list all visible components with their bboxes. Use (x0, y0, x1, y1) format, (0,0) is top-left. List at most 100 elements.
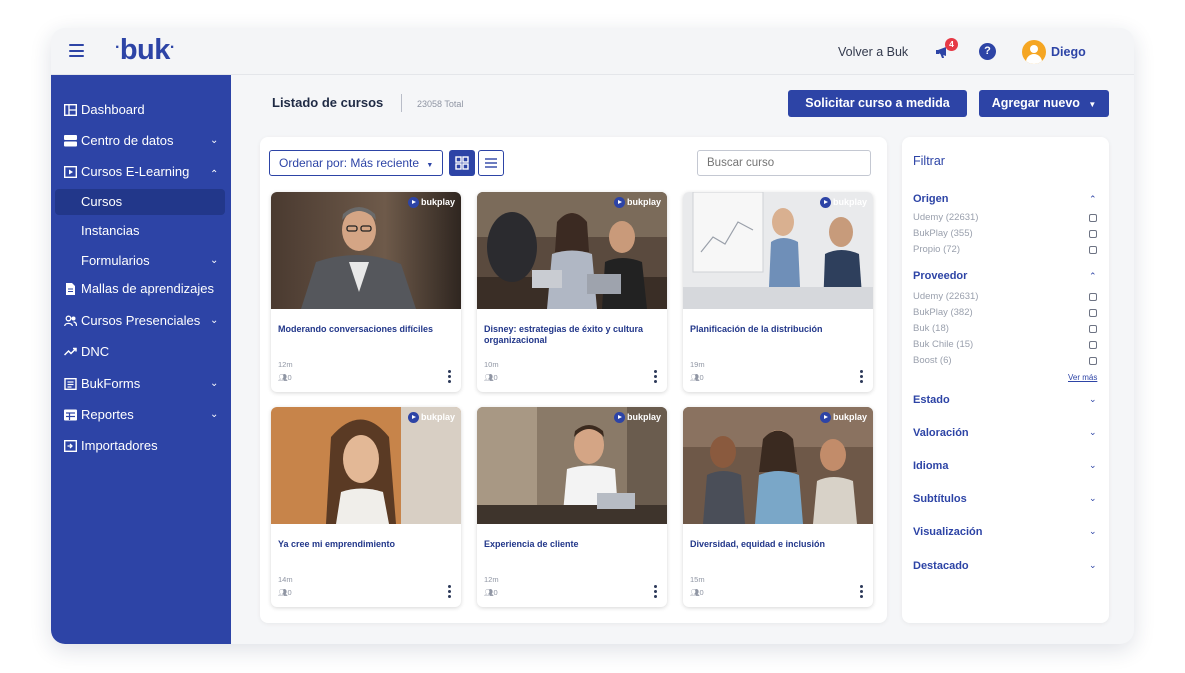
sidebar-item-instancias[interactable]: Instancias (51, 219, 231, 243)
chevron-down-icon: ⌄ (210, 255, 219, 266)
chevron-up-icon[interactable]: ⌃ (1089, 194, 1097, 205)
chevron-down-icon: ⌄ (210, 315, 219, 326)
course-title: Experiencia de cliente (484, 539, 579, 549)
filter-idioma-header[interactable]: Idioma (913, 460, 948, 472)
chevron-up-icon[interactable]: ⌃ (1089, 271, 1097, 282)
course-card[interactable]: bukplay Diversidad, equidad e inclusión … (683, 407, 873, 607)
users-icon: 👥︎ (278, 588, 288, 597)
sidebar-item-importadores[interactable]: Importadores (51, 434, 231, 458)
chevron-down-icon[interactable]: ⌄ (1089, 560, 1097, 571)
filter-checkbox[interactable] (1089, 325, 1097, 333)
course-card[interactable]: bukplay Ya cree mi emprendimiento 14m 👥︎… (271, 407, 461, 607)
notification-badge: 4 (945, 38, 958, 51)
sidebar-item-label: Dashboard (81, 102, 145, 117)
more-options-icon[interactable] (448, 370, 452, 384)
sidebar-item-cursos-presenciales[interactable]: Cursos Presenciales ⌄ (51, 309, 231, 333)
course-card[interactable]: bukplay Experiencia de cliente 12m 👥︎0 (477, 407, 667, 607)
sidebar-item-centro-de-datos[interactable]: Centro de datos ⌄ (51, 129, 231, 153)
sidebar-item-label: BukForms (81, 376, 141, 391)
sidebar-item-label: Importadores (81, 438, 158, 453)
app-window: ·buk· Volver a Buk 4 ? Diego Dashboard C… (51, 28, 1134, 644)
sidebar-item-dnc[interactable]: DNC (51, 340, 231, 364)
course-card[interactable]: bukplay Moderando conversaciones difícil… (271, 192, 461, 392)
sidebar-item-formularios[interactable]: Formularios ⌄ (51, 249, 231, 273)
avatar[interactable] (1022, 40, 1046, 64)
chevron-down-icon[interactable]: ⌄ (1089, 460, 1097, 471)
course-card[interactable]: bukplay Disney: estrategias de éxito y c… (477, 192, 667, 392)
course-thumbnail (477, 407, 667, 524)
sidebar-item-cursos-e-learning[interactable]: Cursos E-Learning ⌃ (51, 160, 231, 184)
top-bar: ·buk· Volver a Buk 4 ? Diego (51, 28, 1134, 75)
chevron-down-icon[interactable]: ⌄ (1089, 526, 1097, 537)
users-icon: 👥︎ (690, 373, 700, 382)
chevron-up-icon: ⌃ (210, 169, 219, 180)
filter-checkbox[interactable] (1089, 214, 1097, 222)
course-users: 👥︎0 (690, 588, 704, 597)
buk-logo[interactable]: ·buk· (115, 34, 175, 67)
dashboard-icon (64, 104, 77, 116)
sort-dropdown[interactable]: Ordenar por: Más reciente ▼ (269, 150, 443, 176)
trend-icon (64, 347, 77, 356)
add-new-button[interactable]: Agregar nuevo ▼ (979, 90, 1109, 117)
menu-icon[interactable] (69, 44, 84, 57)
chevron-down-icon: ⌄ (210, 409, 219, 420)
filter-checkbox[interactable] (1089, 293, 1097, 301)
filter-checkbox[interactable] (1089, 309, 1097, 317)
more-options-icon[interactable] (860, 370, 864, 384)
bukplay-badge: bukplay (613, 197, 661, 209)
filter-origen-header[interactable]: Origen (913, 193, 948, 205)
filter-checkbox[interactable] (1089, 341, 1097, 349)
sidebar-item-bukforms[interactable]: BukForms ⌄ (51, 372, 231, 396)
filter-proveedor-header[interactable]: Proveedor (913, 270, 967, 282)
page-title: Listado de cursos (272, 95, 384, 110)
course-thumbnail (271, 192, 461, 309)
list-icon (485, 158, 497, 168)
filter-option: Boost (6) (913, 355, 952, 366)
sidebar-item-reportes[interactable]: Reportes ⌄ (51, 403, 231, 427)
back-to-buk-link[interactable]: Volver a Buk (838, 45, 908, 59)
sidebar-item-label: Cursos Presenciales (81, 313, 201, 328)
request-course-button[interactable]: Solicitar curso a medida (788, 90, 967, 117)
search-input[interactable] (697, 150, 871, 176)
chevron-down-icon[interactable]: ⌄ (1089, 493, 1097, 504)
more-options-icon[interactable] (448, 585, 452, 599)
bukplay-badge: bukplay (613, 412, 661, 424)
divider (401, 94, 402, 112)
more-options-icon[interactable] (654, 585, 658, 599)
form-icon (64, 378, 77, 390)
sidebar-item-dashboard[interactable]: Dashboard (51, 98, 231, 122)
list-view-button[interactable] (478, 150, 504, 176)
filter-checkbox[interactable] (1089, 246, 1097, 254)
filter-visualizacion-header[interactable]: Visualización (913, 526, 983, 538)
sidebar-item-mallas[interactable]: Mallas de aprendizajes (51, 277, 231, 301)
help-icon[interactable]: ? (979, 43, 996, 60)
filter-option: Buk Chile (15) (913, 339, 974, 350)
see-more-link[interactable]: Ver más (1068, 373, 1097, 382)
course-duration: 15m (690, 575, 705, 584)
people-icon (64, 315, 77, 327)
chevron-down-icon[interactable]: ⌄ (1089, 394, 1097, 405)
more-options-icon[interactable] (654, 370, 658, 384)
course-title: Diversidad, equidad e inclusión (690, 539, 826, 549)
course-duration: 10m (484, 360, 499, 369)
chevron-down-icon[interactable]: ⌄ (1089, 427, 1097, 438)
filter-valoracion-header[interactable]: Valoración (913, 427, 969, 439)
filter-subtitulos-header[interactable]: Subtítulos (913, 493, 967, 505)
caret-down-icon: ▼ (1088, 100, 1097, 109)
filter-option: Udemy (22631) (913, 291, 979, 302)
users-icon: 👥︎ (484, 373, 494, 382)
course-users: 👥︎0 (278, 373, 292, 382)
sort-label: Ordenar por: Más reciente (279, 156, 420, 170)
filter-checkbox[interactable] (1089, 230, 1097, 238)
user-name[interactable]: Diego (1051, 45, 1086, 59)
chevron-down-icon: ⌄ (210, 378, 219, 389)
course-card[interactable]: bukplay Planificación de la distribución… (683, 192, 873, 392)
course-thumbnail (271, 407, 461, 524)
filter-destacado-header[interactable]: Destacado (913, 560, 969, 572)
filter-checkbox[interactable] (1089, 357, 1097, 365)
import-icon (64, 440, 77, 452)
grid-view-button[interactable] (449, 150, 475, 176)
sidebar-item-cursos[interactable]: Cursos (55, 189, 225, 215)
filter-estado-header[interactable]: Estado (913, 394, 950, 406)
more-options-icon[interactable] (860, 585, 864, 599)
